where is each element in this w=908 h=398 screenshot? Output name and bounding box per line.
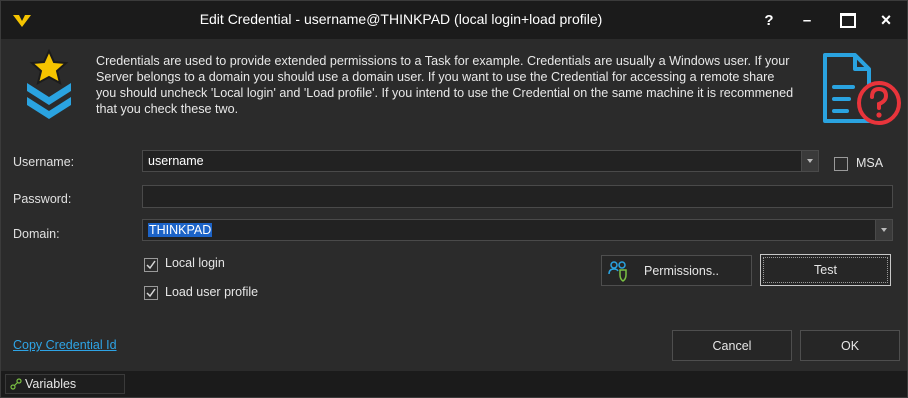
- cancel-button-label: Cancel: [712, 338, 752, 353]
- minimize-button[interactable]: –: [789, 1, 825, 39]
- description-text: Credentials are used to provide extended…: [96, 54, 794, 116]
- ok-button-label: OK: [840, 338, 860, 353]
- test-button[interactable]: Test: [760, 254, 891, 286]
- checkmark-icon: [146, 288, 156, 298]
- copy-credential-id-link[interactable]: Copy Credential Id: [13, 338, 117, 352]
- username-value: username: [148, 154, 204, 168]
- window-title: Edit Credential - username@THINKPAD (loc…: [199, 11, 603, 27]
- msa-checkbox[interactable]: [834, 157, 848, 171]
- username-combobox[interactable]: username: [142, 150, 819, 172]
- maximize-button[interactable]: [830, 1, 866, 39]
- permissions-button-label: Permissions..: [644, 263, 720, 278]
- domain-label: Domain:: [13, 227, 60, 241]
- checkmark-icon: [146, 260, 156, 270]
- users-shield-icon: [608, 260, 630, 282]
- cancel-button[interactable]: Cancel: [672, 330, 792, 361]
- username-label: Username:: [13, 155, 75, 169]
- variables-label: Variables: [25, 377, 77, 391]
- msa-label: MSA: [856, 156, 884, 170]
- edit-credential-dialog: Edit Credential - username@THINKPAD (loc…: [0, 0, 908, 398]
- permissions-button[interactable]: Permissions..: [601, 255, 752, 286]
- badge-star-chevron-icon: [23, 48, 75, 123]
- title-bar: Edit Credential - username@THINKPAD (loc…: [1, 1, 907, 39]
- document-help-icon: [819, 51, 903, 127]
- domain-combobox[interactable]: THINKPAD: [142, 219, 893, 241]
- load-profile-label: Load user profile: [165, 285, 259, 299]
- dialog-body: Credentials are used to provide extended…: [1, 39, 907, 371]
- domain-dropdown-arrow-icon[interactable]: [875, 220, 892, 240]
- variables-icon: [10, 378, 22, 390]
- username-dropdown-arrow-icon[interactable]: [801, 151, 818, 171]
- domain-value: THINKPAD: [148, 223, 213, 237]
- test-button-label: Test: [814, 263, 837, 277]
- local-login-checkbox[interactable]: [144, 258, 158, 272]
- password-field[interactable]: [142, 185, 893, 208]
- load-profile-checkbox[interactable]: [144, 286, 158, 300]
- status-bar: Variables: [1, 371, 907, 397]
- password-label: Password:: [13, 192, 72, 206]
- maximize-icon: [840, 12, 856, 28]
- help-button[interactable]: ?: [751, 1, 787, 39]
- local-login-label: Local login: [165, 256, 225, 270]
- ok-button[interactable]: OK: [800, 330, 900, 361]
- variables-tab[interactable]: Variables: [5, 374, 125, 394]
- close-button[interactable]: ×: [868, 1, 904, 39]
